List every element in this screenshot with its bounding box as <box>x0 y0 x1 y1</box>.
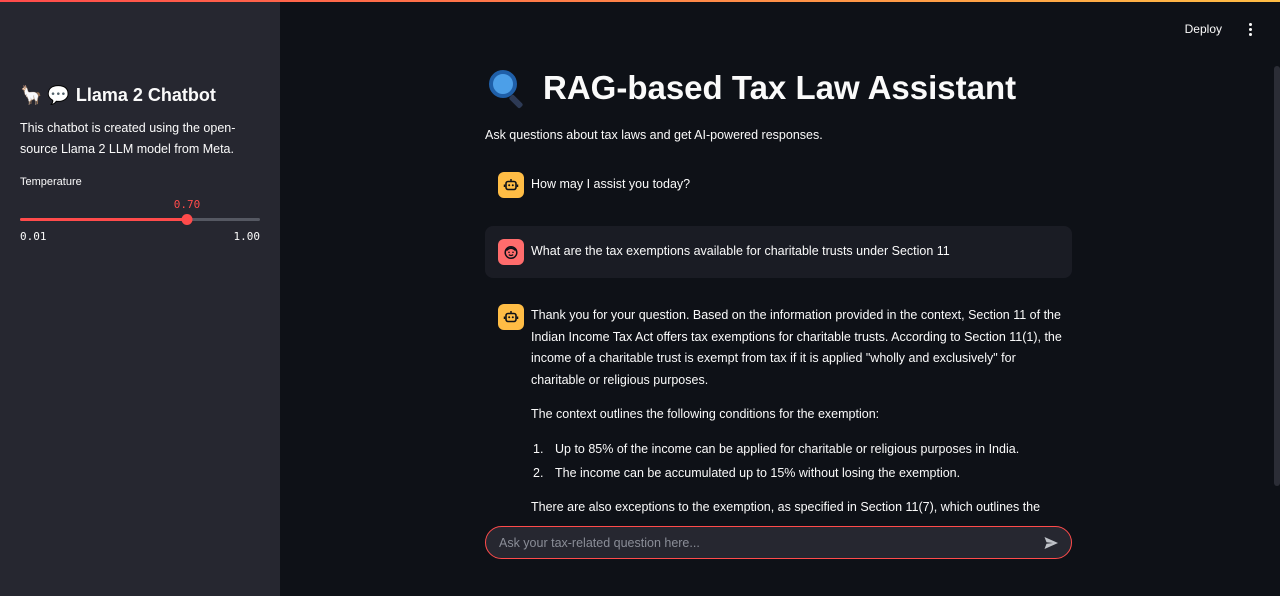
temperature-label: Temperature <box>20 176 82 188</box>
send-icon[interactable] <box>1041 533 1061 553</box>
sidebar-title: 🦙 💬 Llama 2 Chatbot <box>20 82 260 108</box>
sidebar: 🦙 💬 Llama 2 Chatbot This chatbot is crea… <box>0 0 280 596</box>
page-subtitle: Ask questions about tax laws and get AI-… <box>485 128 823 142</box>
message-text: How may I assist you today? <box>531 177 691 192</box>
magnifying-glass-icon <box>485 68 525 109</box>
kebab-menu-icon[interactable] <box>1244 20 1256 38</box>
list-item-text: The income can be accumulated up to 15% … <box>555 466 961 480</box>
conditions-list: 1. Up to 85% of the income can be applie… <box>531 439 1071 485</box>
chat-message-assistant: Thank you for your question. Based on th… <box>485 304 1072 514</box>
list-item-text: Up to 85% of the income can be applied f… <box>555 441 1020 456</box>
sidebar-description: This chatbot is created using the open-s… <box>20 121 236 156</box>
slider-fill <box>20 218 187 221</box>
message-text: Thank you for your question. Based on th… <box>531 305 1071 514</box>
chat-message-user: What are the tax exemptions available fo… <box>485 226 1072 278</box>
sidebar-title-text: Llama 2 Chatbot <box>75 85 216 105</box>
slider-min-label: 0.01 <box>20 230 47 243</box>
robot-icon <box>498 172 524 198</box>
chat-input-box[interactable] <box>485 526 1072 559</box>
smiley-face-icon <box>498 239 524 265</box>
deploy-button[interactable]: Deploy <box>1181 20 1226 38</box>
list-item-number: 2. <box>533 466 544 480</box>
robot-icon <box>498 304 524 330</box>
slider-max-label: 1.00 <box>233 230 261 243</box>
message-paragraph: There are also exceptions to the exempti… <box>531 499 1041 514</box>
list-item: 1. Up to 85% of the income can be applie… <box>531 439 1071 461</box>
chat-message-assistant: How may I assist you today? <box>485 172 1072 198</box>
slider-thumb[interactable] <box>181 214 193 225</box>
slider-current-value: 0.70 <box>173 198 201 211</box>
message-paragraph: Thank you for your question. Based on th… <box>531 308 1062 387</box>
page-title-text: RAG-based Tax Law Assistant <box>543 69 1017 106</box>
chat-input[interactable] <box>499 535 1041 550</box>
llama-chat-emoji-icon: 🦙 💬 <box>20 85 70 105</box>
message-paragraph: The context outlines the following condi… <box>531 407 880 421</box>
message-text: What are the tax exemptions available fo… <box>531 244 950 259</box>
list-item-number: 1. <box>533 441 544 456</box>
scrollbar[interactable] <box>1274 66 1280 486</box>
page-title: RAG-based Tax Law Assistant <box>485 68 1017 109</box>
list-item: 2. The income can be accumulated up to 1… <box>531 463 1071 485</box>
temperature-slider[interactable]: 0.70 0.01 1.00 <box>20 198 261 243</box>
top-decoration-bar <box>0 0 1280 2</box>
